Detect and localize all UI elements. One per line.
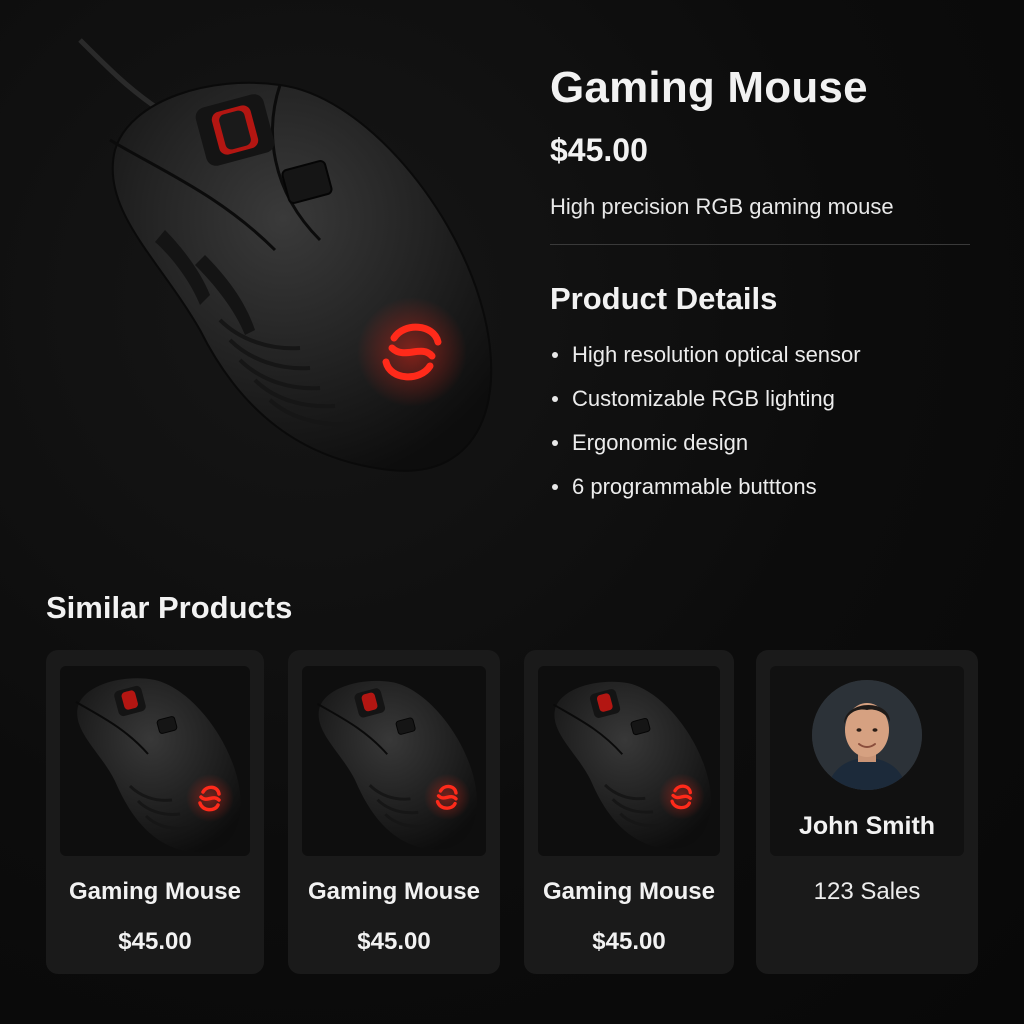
product-description: High precision RGB gaming mouse (550, 194, 894, 219)
seller-name: John Smith (798, 812, 936, 840)
similar-product-card[interactable]: Gaming Mouse $45.00 (524, 650, 734, 974)
details-list: High resolution optical sensor Customiza… (550, 333, 970, 509)
gaming-mouse-image (78, 38, 493, 472)
person-avatar-icon (812, 680, 922, 790)
product-hero-image (40, 30, 520, 530)
details-list-item: Ergonomic design (550, 421, 970, 465)
details-list-item: Customizable RGB lighting (550, 377, 970, 421)
divider (550, 244, 970, 245)
seller-profile: John Smith (770, 666, 964, 856)
seller-sales-count: 123 Sales (813, 878, 921, 905)
card-product-name: Gaming Mouse (68, 878, 242, 905)
details-heading: Product Details (550, 281, 778, 316)
product-page: Gaming Mouse $45.00 High precision RGB g… (0, 0, 1024, 1024)
avatar (812, 680, 922, 790)
gaming-mouse-thumbnail (551, 680, 713, 851)
card-product-price: $45.00 (592, 928, 666, 955)
seller-card[interactable]: John Smith 123 Sales (756, 650, 978, 974)
similar-products-heading: Similar Products (46, 590, 293, 625)
product-info: Gaming Mouse $45.00 High precision RGB g… (550, 60, 970, 509)
similar-product-card[interactable]: Gaming Mouse $45.00 (288, 650, 500, 974)
card-product-price: $45.00 (357, 928, 431, 955)
similar-product-card[interactable]: Gaming Mouse $45.00 (46, 650, 264, 974)
card-product-name: Gaming Mouse (307, 878, 481, 905)
gaming-mouse-thumbnail (74, 676, 243, 855)
product-title: Gaming Mouse (550, 63, 868, 112)
product-thumbnail (60, 666, 250, 856)
details-list-item: High resolution optical sensor (550, 333, 970, 377)
product-thumbnail (302, 666, 486, 856)
details-list-item: 6 programmable butttons (550, 465, 970, 509)
product-price: $45.00 (550, 132, 648, 168)
product-thumbnail (538, 666, 720, 856)
card-product-price: $45.00 (118, 928, 192, 955)
card-product-name: Gaming Mouse (542, 878, 716, 905)
gaming-mouse-thumbnail (315, 679, 479, 852)
